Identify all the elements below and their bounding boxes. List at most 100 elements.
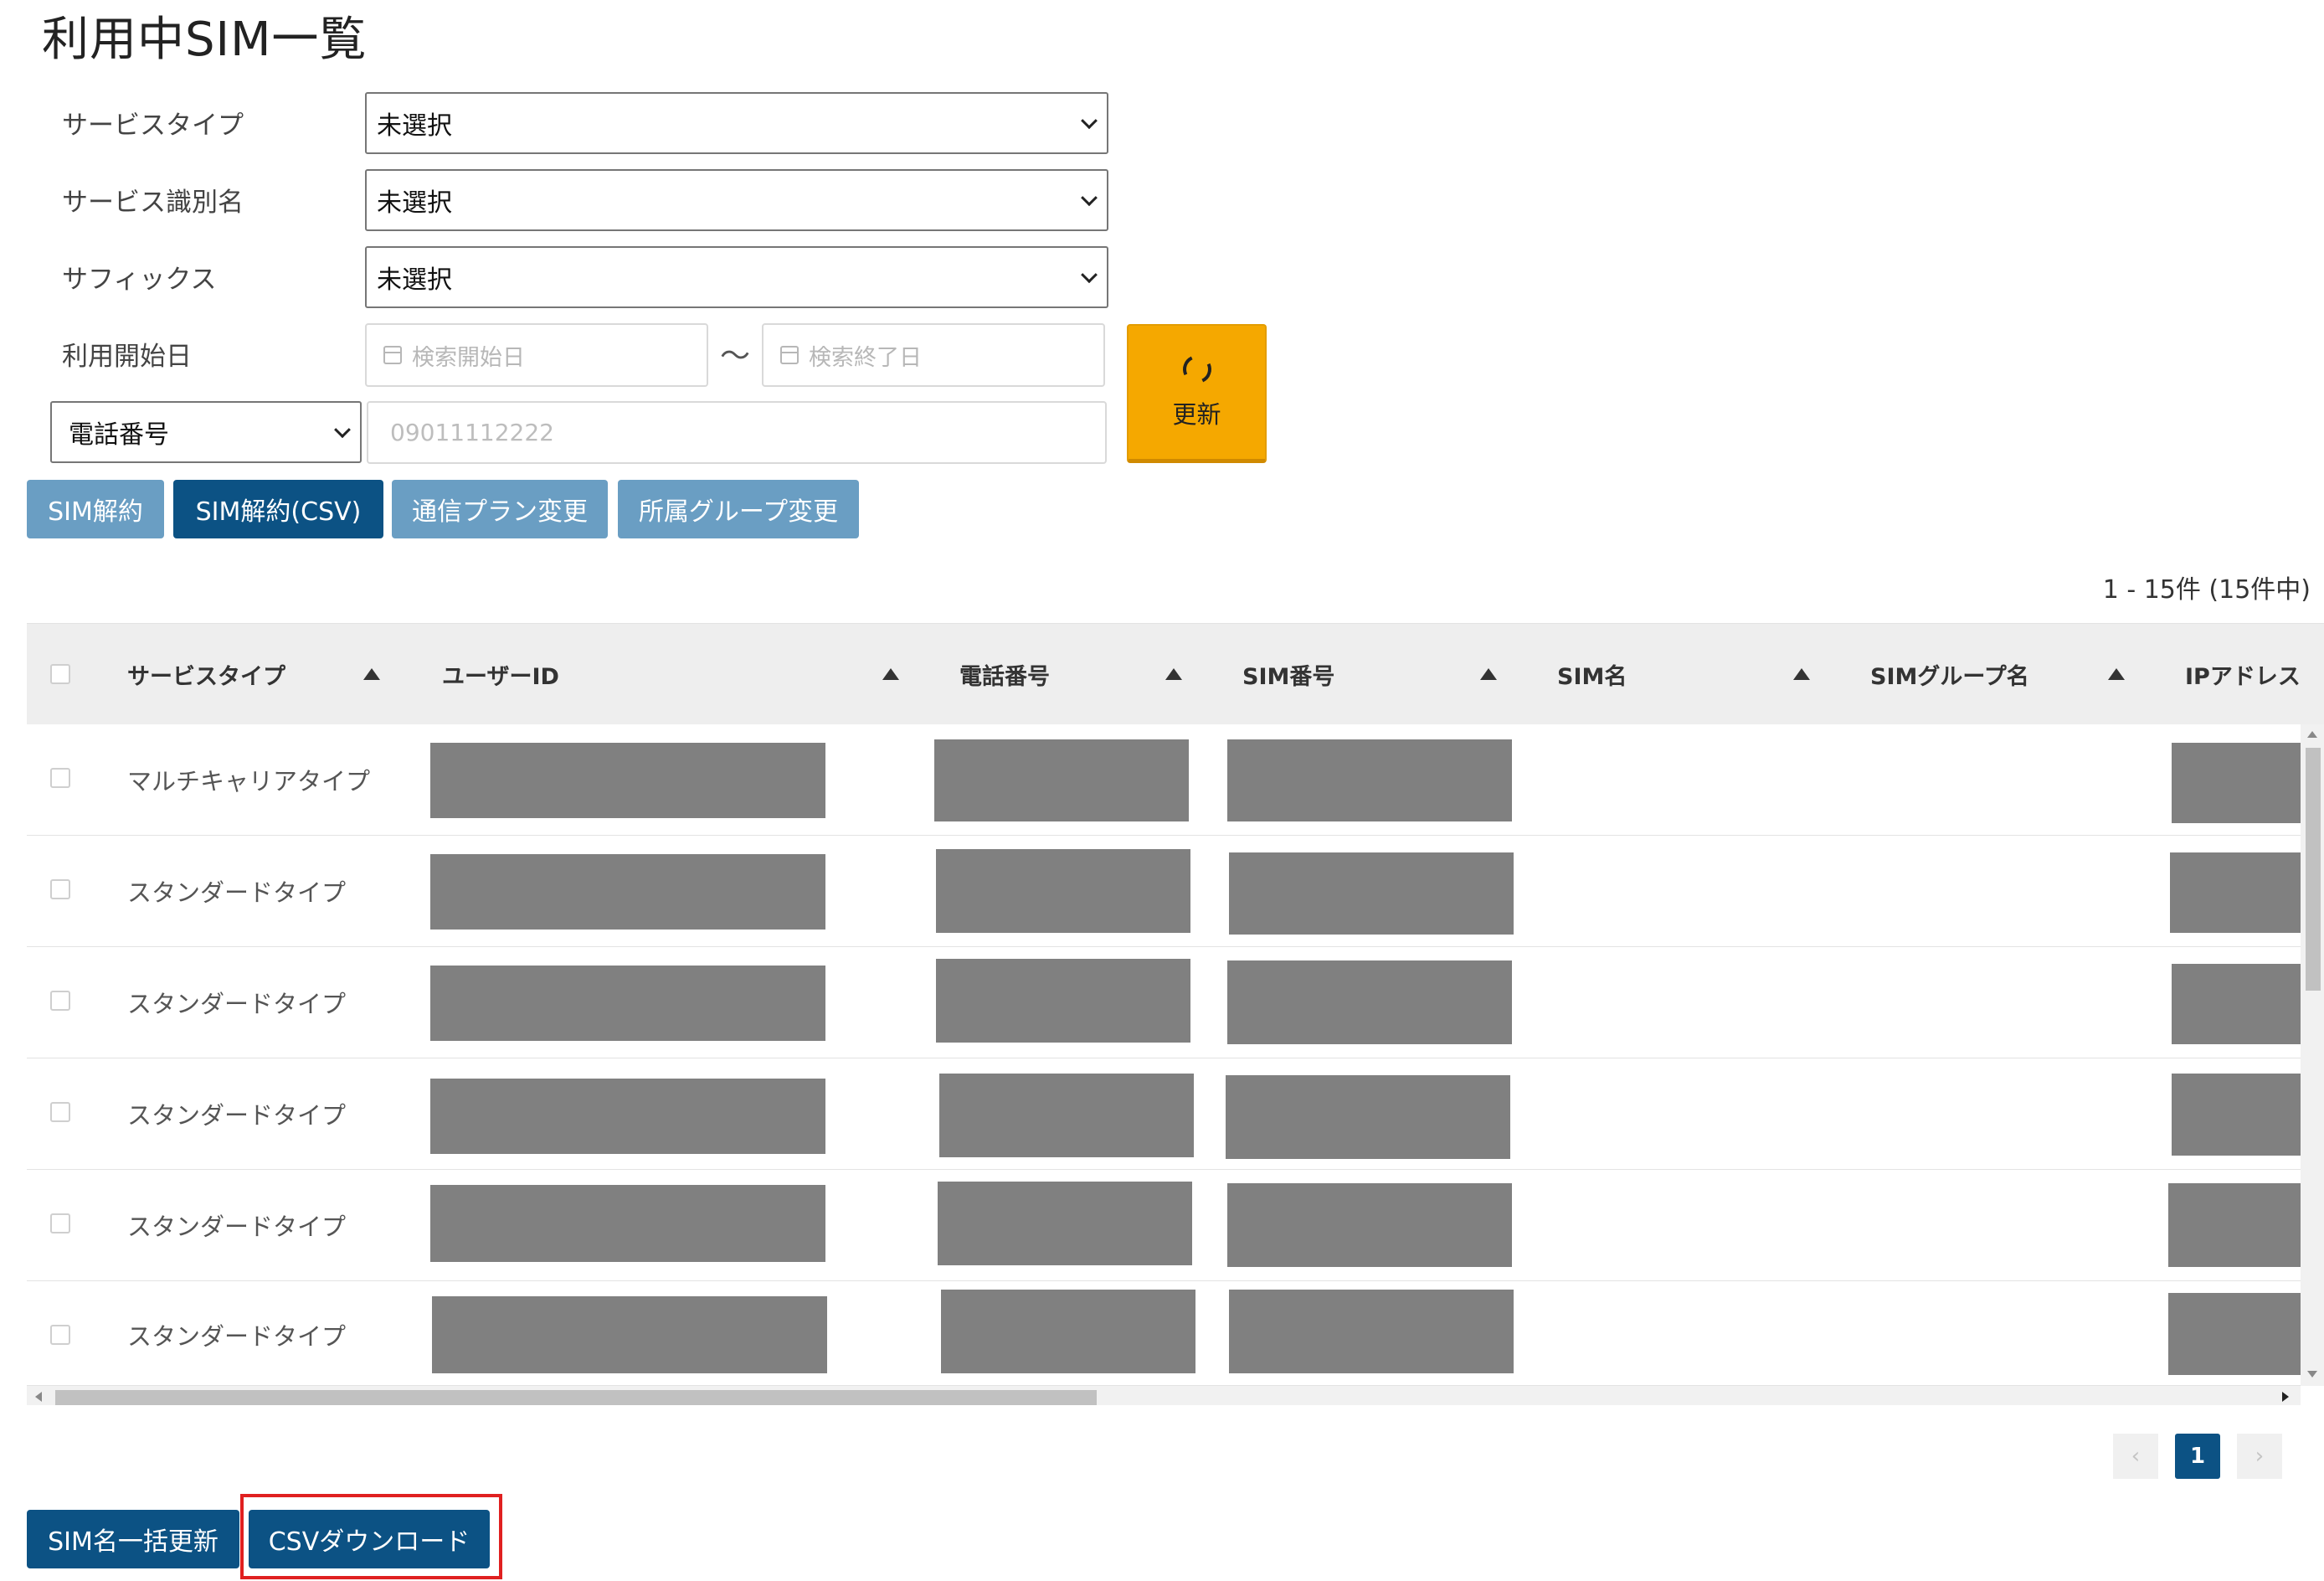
column-header-sim-group[interactable]: SIMグループ名 [1870,624,2029,724]
sort-asc-icon[interactable] [882,668,899,680]
sort-asc-icon[interactable] [1793,668,1810,680]
bulk-update-sim-name-button[interactable]: SIM名一括更新 [27,1510,239,1568]
start-date-to-input[interactable]: 検索終了日 [762,323,1105,387]
pagination-page-1[interactable]: 1 [2175,1434,2220,1479]
redacted-ip-address [2170,852,2306,933]
redacted-ip-address [2172,743,2306,823]
redacted-user-id [430,966,825,1041]
sort-asc-icon[interactable] [1165,668,1182,680]
redacted-sim-number [1227,739,1512,821]
service-type-cell: スタンダードタイプ [127,1213,347,1241]
start-date-to-placeholder: 検索終了日 [809,344,922,371]
start-date-from-input[interactable]: 検索開始日 [365,323,708,387]
redacted-phone [938,1182,1192,1265]
refresh-icon [1178,350,1216,388]
column-header-phone[interactable]: 電話番号 [959,624,1050,724]
change-plan-button[interactable]: 通信プラン変更 [392,480,608,538]
service-type-cell: スタンダードタイプ [127,878,347,907]
table-row[interactable]: スタンダードタイプ [27,1170,2306,1281]
vertical-scrollbar-thumb[interactable] [2306,748,2321,991]
page-title: 利用中SIM一覧 [42,13,368,67]
pagination-next-button[interactable]: › [2237,1434,2282,1479]
pagination-prev-button[interactable]: ‹ [2113,1434,2158,1479]
scroll-right-arrow-icon[interactable] [2282,1392,2289,1402]
redacted-phone [936,959,1190,1043]
table-row[interactable]: スタンダードタイプ [27,1281,2306,1386]
suffix-select-value: 未選択 [377,265,452,295]
sort-asc-icon[interactable] [2108,668,2125,680]
column-header-sim-name[interactable]: SIM名 [1557,624,1627,724]
row-checkbox[interactable] [50,768,70,788]
column-header-sim-number[interactable]: SIM番号 [1242,624,1334,724]
redacted-user-id [430,743,825,818]
redacted-ip-address [2172,964,2306,1044]
column-header-user-id[interactable]: ユーザーID [442,624,559,724]
cancel-sim-button[interactable]: SIM解約 [27,480,164,538]
change-group-button[interactable]: 所属グループ変更 [618,480,859,538]
vertical-scrollbar[interactable] [2301,724,2324,1386]
result-count: 1 - 15件 (15件中) [2102,575,2311,605]
redacted-sim-number [1227,960,1512,1044]
column-header-ip-address[interactable]: IPアドレス [2185,624,2301,724]
redacted-user-id [430,854,825,930]
table-header: サービスタイプ ユーザーID 電話番号 SIM番号 SIM名 SIMグループ名 … [27,624,2324,724]
horizontal-scrollbar-thumb[interactable] [55,1390,1097,1405]
chevron-down-icon [1081,112,1098,130]
scroll-left-arrow-icon[interactable] [35,1392,42,1402]
service-type-cell: スタンダードタイプ [127,1101,347,1130]
horizontal-scrollbar[interactable] [27,1386,2301,1405]
redacted-ip-address [2168,1293,2306,1375]
scroll-up-arrow-icon[interactable] [2307,731,2317,738]
redacted-user-id [432,1296,827,1373]
row-checkbox[interactable] [50,1102,70,1122]
sort-asc-icon[interactable] [1480,668,1497,680]
select-all-checkbox[interactable] [50,664,70,684]
redacted-ip-address [2168,1183,2306,1267]
calendar-icon [780,346,799,364]
redacted-user-id [430,1185,825,1262]
redacted-user-id [430,1079,825,1154]
table-row[interactable]: スタンダードタイプ [27,947,2306,1058]
row-checkbox[interactable] [50,991,70,1011]
service-name-select-value: 未選択 [377,188,452,218]
service-type-cell: マルチキャリアタイプ [127,767,371,796]
start-date-from-placeholder: 検索開始日 [412,344,525,371]
redacted-phone [939,1074,1194,1157]
table-row[interactable]: スタンダードタイプ [27,1058,2306,1170]
suffix-select[interactable]: 未選択 [365,246,1108,308]
table-row[interactable]: スタンダードタイプ [27,836,2306,947]
redacted-ip-address [2172,1074,2306,1156]
service-name-label: サービス識別名 [62,188,244,218]
redacted-sim-number [1229,1290,1514,1373]
refresh-button[interactable]: 更新 [1127,324,1267,463]
redacted-sim-number [1226,1075,1510,1159]
suffix-label: サフィックス [62,265,217,295]
search-field-select[interactable]: 電話番号 [50,401,362,463]
chevron-down-icon [1081,189,1098,207]
cancel-sim-csv-button[interactable]: SIM解約(CSV) [173,480,383,538]
highlight-box [240,1494,502,1579]
column-header-service-type[interactable]: サービスタイプ [127,624,285,724]
row-checkbox[interactable] [50,879,70,899]
service-type-select[interactable]: 未選択 [365,92,1108,154]
row-checkbox[interactable] [50,1325,70,1345]
row-checkbox[interactable] [50,1213,70,1233]
calendar-icon [383,346,402,364]
start-date-label: 利用開始日 [62,342,192,372]
scroll-down-arrow-icon[interactable] [2307,1371,2317,1378]
phone-search-input[interactable]: 09011112222 [367,401,1107,464]
redacted-phone [936,849,1190,933]
sort-asc-icon[interactable] [363,668,380,680]
service-name-select[interactable]: 未選択 [365,169,1108,231]
phone-search-placeholder: 09011112222 [390,419,554,446]
date-range-separator: ～ [720,339,751,373]
chevron-down-icon [334,421,351,439]
service-type-cell: スタンダードタイプ [127,990,347,1018]
refresh-button-label: 更新 [1172,399,1221,429]
service-type-label: サービスタイプ [62,111,244,141]
service-type-select-value: 未選択 [377,111,452,141]
search-field-select-value: 電話番号 [69,420,169,450]
redacted-sim-number [1229,852,1514,935]
table-row[interactable]: マルチキャリアタイプ [27,724,2306,836]
chevron-down-icon [1081,266,1098,284]
